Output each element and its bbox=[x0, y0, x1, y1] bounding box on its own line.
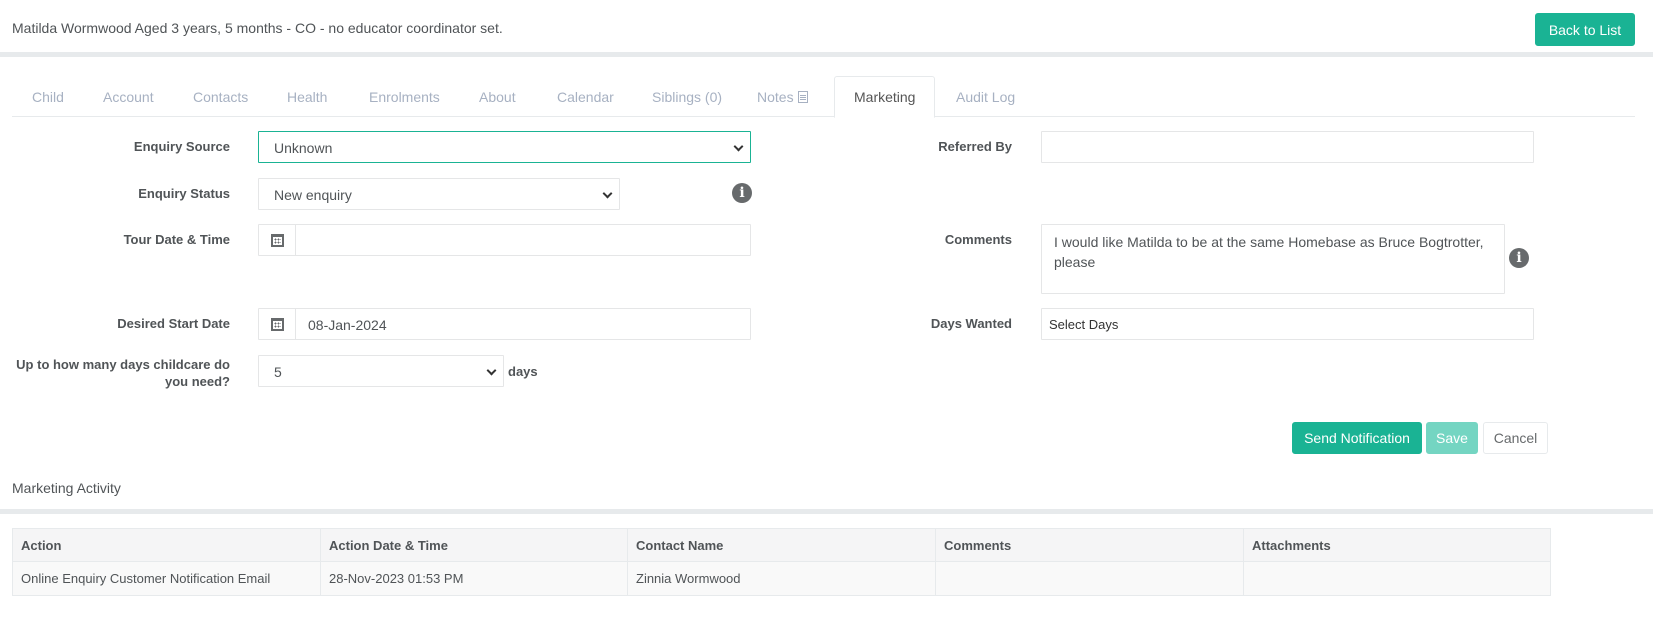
enquiry-source-select[interactable]: Unknown bbox=[258, 131, 751, 163]
info-icon[interactable]: i bbox=[732, 183, 752, 203]
tab-siblings[interactable]: Siblings (0) bbox=[652, 76, 722, 117]
tab-notes-label: Notes bbox=[757, 89, 794, 105]
referred-by-input[interactable] bbox=[1041, 131, 1534, 163]
send-notification-button[interactable]: Send Notification bbox=[1292, 422, 1422, 454]
calendar-button[interactable] bbox=[259, 225, 296, 255]
page-header: Matilda Wormwood Aged 3 years, 5 months … bbox=[0, 0, 1653, 57]
column-header[interactable]: Comments bbox=[935, 528, 1244, 562]
cancel-button[interactable]: Cancel bbox=[1483, 422, 1548, 454]
tab-account[interactable]: Account bbox=[103, 76, 154, 117]
table-cell: 28-Nov-2023 01:53 PM bbox=[320, 561, 628, 596]
tab-bar: Child Account Contacts Health Enrolments… bbox=[12, 76, 1635, 118]
days-needed-label: Up to how many days childcare do you nee… bbox=[16, 357, 230, 389]
table-cell bbox=[1243, 561, 1551, 596]
marketing-activity-title: Marketing Activity bbox=[12, 480, 121, 496]
tour-date-label: Tour Date & Time bbox=[123, 232, 230, 247]
marketing-activity-table: Action Action Date & Time Contact Name C… bbox=[12, 528, 1551, 596]
enquiry-source-value: Unknown bbox=[274, 140, 333, 156]
column-header[interactable]: Action bbox=[12, 528, 321, 562]
desired-start-value: 08-Jan-2024 bbox=[308, 317, 387, 333]
tour-date-input[interactable] bbox=[258, 224, 751, 256]
column-header[interactable]: Action Date & Time bbox=[320, 528, 628, 562]
tab-notes[interactable]: Notes bbox=[757, 76, 808, 117]
tab-health[interactable]: Health bbox=[287, 76, 327, 117]
days-wanted-select[interactable]: Select Days bbox=[1041, 308, 1534, 340]
enquiry-status-select[interactable]: New enquiry bbox=[258, 178, 620, 210]
days-needed-select[interactable]: 5 bbox=[258, 355, 504, 387]
tab-audit-log[interactable]: Audit Log bbox=[956, 76, 1015, 117]
calendar-icon bbox=[271, 318, 284, 331]
document-icon bbox=[797, 91, 808, 103]
calendar-button[interactable] bbox=[259, 309, 296, 339]
table-cell: Online Enquiry Customer Notification Ema… bbox=[12, 561, 321, 596]
comments-label: Comments bbox=[944, 232, 1012, 247]
referred-by-label: Referred By bbox=[938, 139, 1012, 154]
comments-textarea[interactable]: I would like Matilda to be at the same H… bbox=[1041, 224, 1505, 294]
back-to-list-button[interactable]: Back to List bbox=[1535, 13, 1635, 46]
tab-enrolments[interactable]: Enrolments bbox=[369, 76, 440, 117]
info-icon[interactable]: i bbox=[1509, 248, 1529, 268]
days-needed-value: 5 bbox=[274, 364, 282, 380]
tab-contacts[interactable]: Contacts bbox=[193, 76, 248, 117]
page-title: Matilda Wormwood Aged 3 years, 5 months … bbox=[12, 20, 503, 36]
tab-child[interactable]: Child bbox=[32, 76, 64, 117]
tab-about[interactable]: About bbox=[479, 76, 516, 117]
save-button[interactable]: Save bbox=[1426, 422, 1478, 454]
chevron-down-icon bbox=[486, 365, 497, 376]
column-header[interactable]: Attachments bbox=[1243, 528, 1551, 562]
enquiry-source-label: Enquiry Source bbox=[133, 139, 230, 154]
tab-calendar[interactable]: Calendar bbox=[557, 76, 614, 117]
table-cell bbox=[935, 561, 1244, 596]
tab-marketing[interactable]: Marketing bbox=[834, 76, 935, 118]
column-header[interactable]: Contact Name bbox=[627, 528, 936, 562]
chevron-down-icon bbox=[602, 188, 613, 199]
table-cell: Zinnia Wormwood bbox=[627, 561, 936, 596]
divider bbox=[0, 509, 1653, 514]
table-header-row: Action Action Date & Time Contact Name C… bbox=[12, 528, 1551, 562]
enquiry-status-value: New enquiry bbox=[274, 187, 352, 203]
chevron-down-icon bbox=[733, 141, 744, 152]
enquiry-status-label: Enquiry Status bbox=[138, 186, 230, 201]
calendar-icon bbox=[271, 234, 284, 247]
days-wanted-label: Days Wanted bbox=[930, 316, 1012, 331]
table-row[interactable]: Online Enquiry Customer Notification Ema… bbox=[12, 561, 1551, 596]
desired-start-label: Desired Start Date bbox=[117, 316, 230, 331]
desired-start-input[interactable]: 08-Jan-2024 bbox=[258, 308, 751, 340]
days-suffix: days bbox=[508, 364, 538, 379]
